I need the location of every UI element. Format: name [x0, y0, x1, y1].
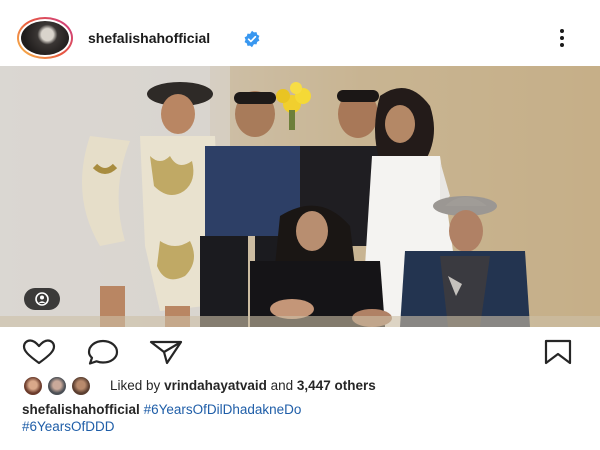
- heart-icon[interactable]: [22, 339, 56, 365]
- user-tag-icon: [35, 292, 49, 306]
- likes-conjunction: and: [270, 378, 294, 393]
- photo-scene: [0, 66, 600, 327]
- bookmark-icon[interactable]: [543, 339, 573, 365]
- comment-icon[interactable]: [86, 339, 120, 365]
- avatar-image: [21, 21, 69, 55]
- likes-prefix: Liked by: [110, 378, 161, 393]
- post-header: shefalishahofficial: [0, 0, 600, 66]
- send-icon[interactable]: [149, 339, 183, 365]
- liker-avatar[interactable]: [46, 375, 68, 397]
- liker-avatar[interactable]: [70, 375, 92, 397]
- post-caption: shefalishahofficial #6YearsOfDilDhadakne…: [22, 401, 582, 435]
- post-photo[interactable]: [0, 66, 600, 327]
- post-username[interactable]: shefalishahofficial: [88, 30, 210, 46]
- avatar-inner: [19, 19, 71, 57]
- likes-summary: Liked by vrindahayatvaid and 3,447 other…: [110, 378, 376, 393]
- liked-by-row: Liked by vrindahayatvaid and 3,447 other…: [22, 375, 582, 397]
- likes-count-link[interactable]: 3,447 others: [297, 378, 376, 393]
- liker-avatar[interactable]: [22, 375, 44, 397]
- profile-avatar[interactable]: [17, 17, 73, 59]
- user-tag-button[interactable]: [24, 288, 60, 310]
- liker-username[interactable]: vrindahayatvaid: [164, 378, 267, 393]
- post-actions: [0, 327, 600, 375]
- caption-username[interactable]: shefalishahofficial: [22, 402, 140, 417]
- more-options-icon[interactable]: [553, 27, 571, 51]
- hashtag-link[interactable]: #6YearsOfDDD: [22, 419, 115, 434]
- hashtag-link[interactable]: #6YearsOfDilDhadakneDo: [144, 402, 302, 417]
- verified-badge-icon: [244, 30, 260, 48]
